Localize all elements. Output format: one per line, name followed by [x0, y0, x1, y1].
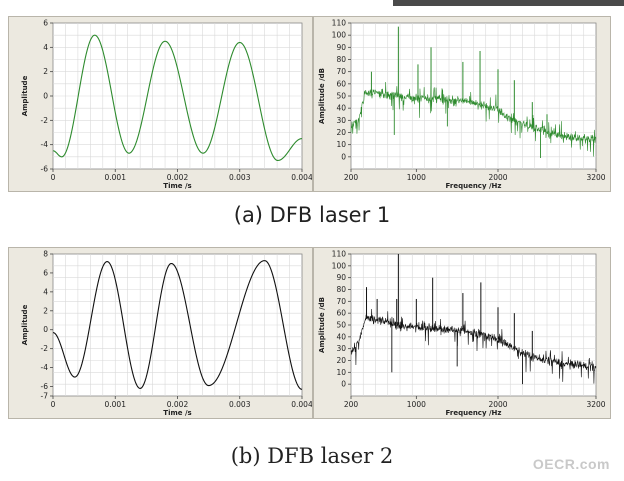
x-tick-label: 3200 — [586, 400, 605, 409]
y-tick-label: 6 — [43, 19, 48, 28]
y-tick-label: 70 — [336, 297, 346, 306]
y-tick-label: 10 — [336, 368, 346, 377]
x-axis-label: Frequency /Hz — [446, 409, 502, 417]
y-tick-label: 8 — [43, 250, 48, 259]
y-tick-label: -4 — [41, 363, 49, 372]
x-axis-label: Time /s — [163, 182, 191, 190]
x-tick-label: 1000 — [407, 173, 426, 182]
y-tick-label: -6 — [41, 382, 49, 391]
x-tick-label: 0 — [51, 400, 56, 409]
y-tick-label: 40 — [336, 104, 346, 113]
y-tick-label: 4 — [43, 287, 48, 296]
y-tick-label: 50 — [336, 92, 346, 101]
y-tick-label: 10 — [336, 140, 346, 149]
y-tick-label: 30 — [336, 116, 346, 125]
y-tick-label: 50 — [336, 321, 346, 330]
x-tick-label: 0.003 — [229, 400, 251, 409]
y-axis-label: Amplitude /dB — [318, 297, 326, 353]
y-tick-label: 20 — [336, 128, 346, 137]
y-tick-label: 0 — [43, 325, 48, 334]
chart-svg: 0 0.001 0.002 0.003 0.004 -7-6 -4 -2 0 2 4 6 8 Time /… — [21, 250, 312, 418]
window-top-bar — [393, 0, 624, 6]
y-tick-label: 90 — [336, 43, 346, 52]
y-axis-label: Amplitude /dB — [318, 68, 326, 124]
y-tick-label: 90 — [336, 273, 346, 282]
chart-a-time-panel: 0 0.001 0.002 0.003 0.004 -6 -4 -2 0 2 4 6 Time /s Am… — [8, 16, 313, 192]
chart-svg: 200 1000 2000 3200 0 10 20 30 40 50 60 70 80 90 100 110… — [318, 19, 606, 191]
y-tick-label: 60 — [336, 79, 346, 88]
y-tick-label: 0 — [43, 92, 48, 101]
caption-a: (a) DFB laser 1 — [233, 203, 391, 227]
x-tick-label: 3200 — [586, 173, 605, 182]
x-tick-label: 200 — [344, 400, 359, 409]
y-tick-label: 2 — [43, 306, 48, 315]
chart-svg: 0 0.001 0.002 0.003 0.004 -6 -4 -2 0 2 4 6 Time /s Am… — [21, 19, 312, 191]
y-tick-label: 110 — [332, 19, 347, 28]
y-tick-label: 80 — [336, 285, 346, 294]
y-tick-label: -4 — [41, 140, 49, 149]
x-tick-label: 0.001 — [105, 173, 127, 182]
y-tick-label: 4 — [43, 43, 48, 52]
y-tick-label: -7 — [41, 392, 49, 401]
caption-b: (b) DFB laser 2 — [230, 444, 394, 468]
y-tick-label: -2 — [41, 116, 49, 125]
x-tick-label: 0.004 — [291, 400, 312, 409]
x-axis-label: Time /s — [163, 409, 191, 417]
x-tick-label: 0.002 — [167, 400, 189, 409]
y-tick-label: 100 — [332, 31, 347, 40]
chart-svg: 200 1000 2000 3200 0 10 20 30 40 50 60 70 80 90 100 110… — [318, 250, 606, 418]
y-tick-label: 0 — [341, 380, 346, 389]
y-tick-label: -2 — [41, 344, 49, 353]
y-tick-label: 80 — [336, 55, 346, 64]
y-tick-label: 6 — [43, 268, 48, 277]
y-tick-label: 100 — [332, 261, 347, 270]
x-tick-label: 2000 — [488, 400, 507, 409]
y-tick-label: 20 — [336, 356, 346, 365]
y-axis-label: Amplitude — [21, 304, 29, 345]
x-tick-label: 0.002 — [167, 173, 189, 182]
x-tick-label: 0 — [51, 173, 56, 182]
x-tick-label: 1000 — [407, 400, 426, 409]
x-tick-label: 0.004 — [291, 173, 312, 182]
chart-b-time-panel: 0 0.001 0.002 0.003 0.004 -7 -6 -4 -2 0 2 4 6 8 Time /… — [8, 247, 313, 419]
x-tick-label: 2000 — [488, 173, 507, 182]
x-axis-label: Frequency /Hz — [446, 182, 502, 190]
y-axis-label: Amplitude — [21, 75, 29, 116]
y-tick-label: 40 — [336, 332, 346, 341]
y-tick-label: 30 — [336, 344, 346, 353]
y-tick-label: 70 — [336, 67, 346, 76]
y-tick-label: 60 — [336, 309, 346, 318]
x-tick-label: 0.001 — [105, 400, 127, 409]
chart-a-freq-panel: 200 1000 2000 3200 0 10 20 30 40 50 60 70 80 90 100 110… — [313, 16, 611, 192]
y-tick-label: 110 — [332, 250, 347, 259]
x-tick-label: 200 — [344, 173, 359, 182]
y-tick-label: 2 — [43, 67, 48, 76]
chart-b-freq-panel: 200 1000 2000 3200 0 10 20 30 40 50 60 70 80 90 100 110… — [313, 247, 611, 419]
y-tick-label: 0 — [341, 152, 346, 161]
x-tick-label: 0.003 — [229, 173, 251, 182]
watermark: OECR.com — [532, 456, 610, 472]
y-tick-label: -6 — [41, 165, 49, 174]
